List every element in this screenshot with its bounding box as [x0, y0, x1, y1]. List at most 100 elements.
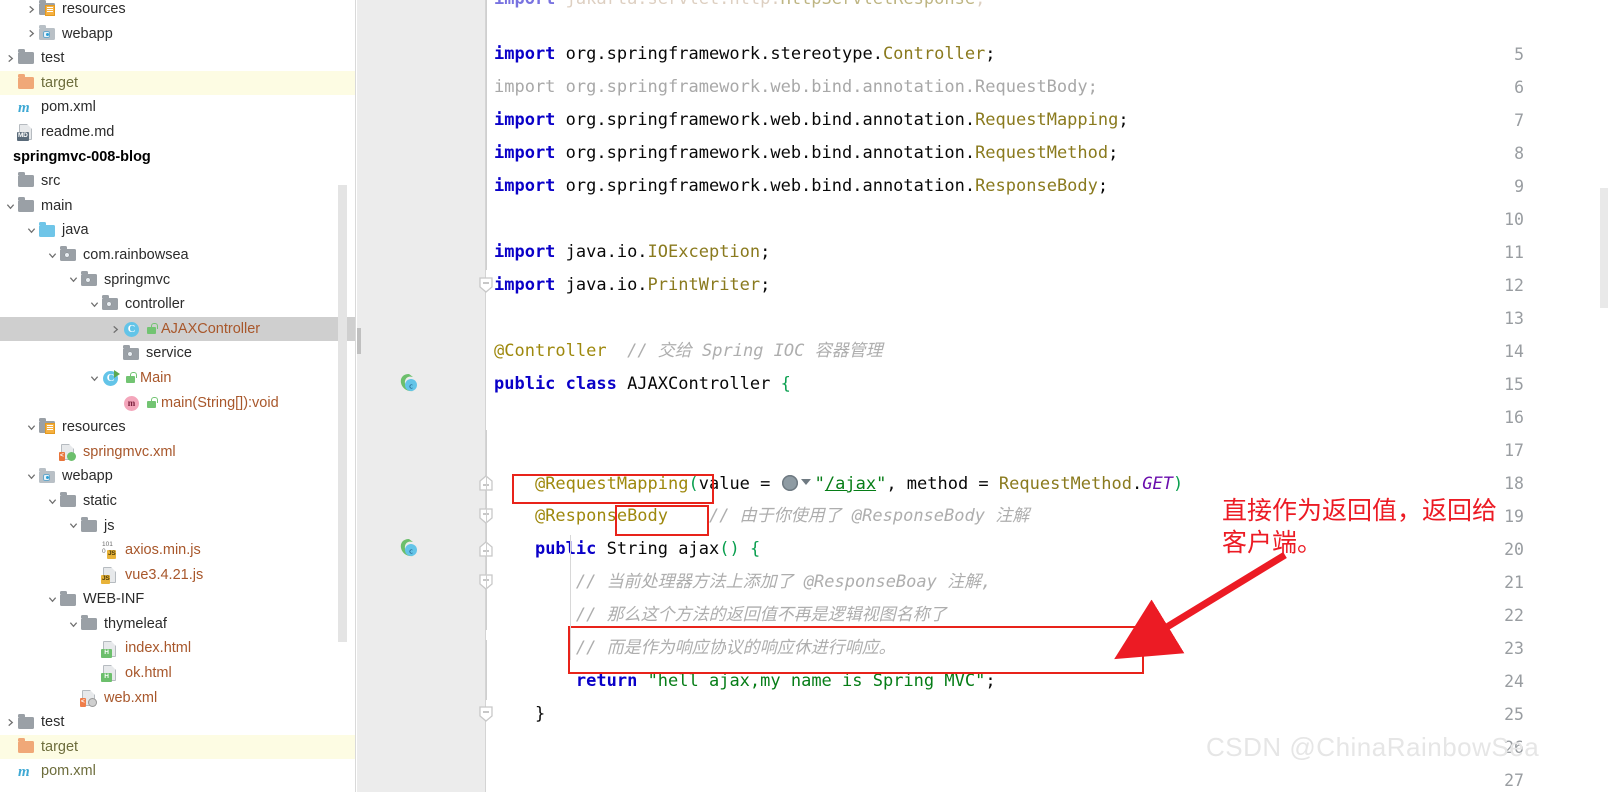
svg-text:c: c: [409, 548, 413, 556]
chevron-down-icon[interactable]: [25, 219, 38, 243]
project-tree-scrollbar[interactable]: [338, 185, 347, 642]
code-line[interactable]: return "hell ajax,my name is Spring MVC"…: [494, 673, 996, 690]
line-number: 5: [1514, 45, 1524, 64]
tree-item-springmvc-xml[interactable]: < springmvc.xml: [0, 440, 355, 465]
tree-item-main-string-void[interactable]: m main(String[]):void: [0, 391, 355, 416]
tree-item-webapp[interactable]: webapp: [0, 464, 355, 489]
tree-item-ajaxcontroller[interactable]: C AJAXController: [0, 316, 355, 342]
csdn-watermark: CSDN @ChinaRainbowSea: [1206, 732, 1540, 762]
chevron-right-icon[interactable]: [25, 0, 38, 21]
tree-item-test[interactable]: test: [0, 710, 355, 735]
tree-item-src[interactable]: src: [0, 169, 355, 194]
chevron-down-icon[interactable]: [46, 489, 59, 513]
tree-item-static[interactable]: static: [0, 489, 355, 514]
project-tree-panel[interactable]: resources webapp test target m pom.xml MD readm…: [0, 0, 356, 792]
chevron-down-icon[interactable]: [46, 588, 59, 612]
tree-item-pom-xml[interactable]: m pom.xml: [0, 95, 355, 120]
editor-scrollbar[interactable]: [1600, 188, 1608, 308]
tree-item-springmvc-008-blog[interactable]: springmvc-008-blog: [0, 145, 355, 170]
chevron-down-icon[interactable]: [67, 268, 80, 292]
tree-item-label: target: [41, 74, 79, 91]
line-number: 11: [1504, 243, 1524, 262]
tree-item-target[interactable]: target: [0, 70, 355, 96]
file-html-icon: H: [101, 664, 120, 683]
tree-item-ok-html[interactable]: Hok.html: [0, 661, 355, 686]
tree-item-target[interactable]: target: [0, 734, 355, 760]
tree-item-springmvc[interactable]: springmvc: [0, 268, 355, 293]
tree-item-label: axios.min.js: [125, 542, 201, 559]
code-line[interactable]: import org.springframework.web.bind.anno…: [494, 145, 1118, 162]
tree-item-label: ok.html: [125, 665, 172, 682]
tree-item-readme-md[interactable]: MD readme.md: [0, 120, 355, 145]
chevron-down-icon[interactable]: [25, 415, 38, 439]
tree-item-web-xml[interactable]: < web.xml: [0, 686, 355, 711]
chevron-right-icon[interactable]: [109, 317, 122, 341]
code-line[interactable]: import org.springframework.stereotype.Co…: [494, 46, 996, 63]
code-line[interactable]: import org.springframework.web.bind.anno…: [494, 79, 1098, 96]
file-js-icon: JS: [101, 566, 120, 584]
chevron-down-icon[interactable]: [4, 194, 17, 218]
tree-item-index-html[interactable]: Hindex.html: [0, 636, 355, 661]
tree-item-label: service: [146, 345, 192, 362]
chevron-down-icon[interactable]: [46, 243, 59, 267]
code-line[interactable]: @Controller // 交给 Spring IOC 容器管理: [494, 343, 883, 360]
tree-item-label: com.rainbowsea: [83, 246, 189, 263]
tree-item-thymeleaf[interactable]: thymeleaf: [0, 612, 355, 637]
tree-item-label: pom.xml: [41, 99, 96, 116]
folder-package-icon: [101, 295, 120, 313]
tree-item-label: controller: [125, 296, 185, 313]
code-line[interactable]: import java.io.PrintWriter;: [494, 277, 770, 294]
code-line[interactable]: }: [494, 706, 545, 723]
code-line[interactable]: import java.io.IOException;: [494, 244, 770, 261]
tree-item-controller[interactable]: controller: [0, 292, 355, 317]
line-number: 12: [1504, 276, 1524, 295]
spring-bean-icon[interactable]: c: [399, 373, 419, 393]
spring-mapping-icon[interactable]: c: [399, 538, 419, 558]
chevron-down-icon[interactable]: [88, 292, 101, 316]
folder-package-icon: [59, 246, 78, 264]
code-line[interactable]: @ResponseBody // 由于你使用了 @ResponseBody 注解: [494, 508, 1029, 525]
code-line[interactable]: import org.springframework.web.bind.anno…: [494, 178, 1108, 195]
tree-item-test[interactable]: test: [0, 46, 355, 71]
line-number: 25: [1504, 705, 1524, 724]
chevron-down-icon[interactable]: [67, 514, 80, 538]
tree-item-main[interactable]: main: [0, 194, 355, 219]
folder-grey-icon: [17, 197, 36, 215]
code-line[interactable]: import org.springframework.web.bind.anno…: [494, 112, 1129, 129]
code-line[interactable]: // 当前处理器方法上添加了 @ResponseBoay 注解,: [494, 574, 991, 591]
globe-dropdown-icon[interactable]: [781, 475, 815, 491]
tree-item-pom-xml[interactable]: m pom.xml: [0, 759, 355, 784]
tree-item-web-inf[interactable]: WEB-INF: [0, 587, 355, 612]
tree-item-service[interactable]: service: [0, 341, 355, 366]
tree-item-webapp[interactable]: webapp: [0, 22, 355, 47]
line-number: 15: [1504, 375, 1524, 394]
tree-item-label: pom.xml: [41, 763, 96, 780]
code-line[interactable]: public class AJAXController {: [494, 376, 791, 393]
tree-item-java[interactable]: java: [0, 218, 355, 243]
tree-item-js[interactable]: js: [0, 513, 355, 538]
chevron-right-icon[interactable]: [4, 46, 17, 70]
code-line[interactable]: // 那么这个方法的返回值不再是逻辑视图名称了: [494, 607, 947, 624]
chevron-right-icon[interactable]: [25, 22, 38, 46]
tree-item-label: vue3.4.21.js: [125, 566, 204, 583]
tree-item-resources[interactable]: resources: [0, 0, 355, 22]
file-spring-xml-icon: <: [59, 443, 78, 461]
editor-gutter[interactable]: cc: [357, 0, 486, 792]
tree-item-com-rainbowsea[interactable]: com.rainbowsea: [0, 243, 355, 268]
code-line[interactable]: import jakarta.servlet.http.HttpServletR…: [494, 0, 985, 8]
tree-item-label: test: [41, 714, 65, 731]
tree-item-resources[interactable]: resources: [0, 415, 355, 440]
line-number: 7: [1514, 111, 1524, 130]
tree-item-vue3-4-21-js[interactable]: JS vue3.4.21.js: [0, 563, 355, 588]
tree-item-axios-min-js[interactable]: 101 0 JS axios.min.js: [0, 538, 355, 563]
chevron-right-icon[interactable]: [4, 711, 17, 735]
folder-package-icon: [122, 344, 141, 363]
chevron-down-icon[interactable]: [88, 366, 101, 390]
chevron-down-icon[interactable]: [25, 465, 38, 489]
red-arrow: [1114, 552, 1287, 660]
code-line[interactable]: public String ajax() {: [494, 541, 760, 558]
chevron-down-icon[interactable]: [67, 612, 80, 636]
tree-item-label: test: [41, 50, 65, 67]
tree-item-main[interactable]: C Main: [0, 366, 355, 391]
